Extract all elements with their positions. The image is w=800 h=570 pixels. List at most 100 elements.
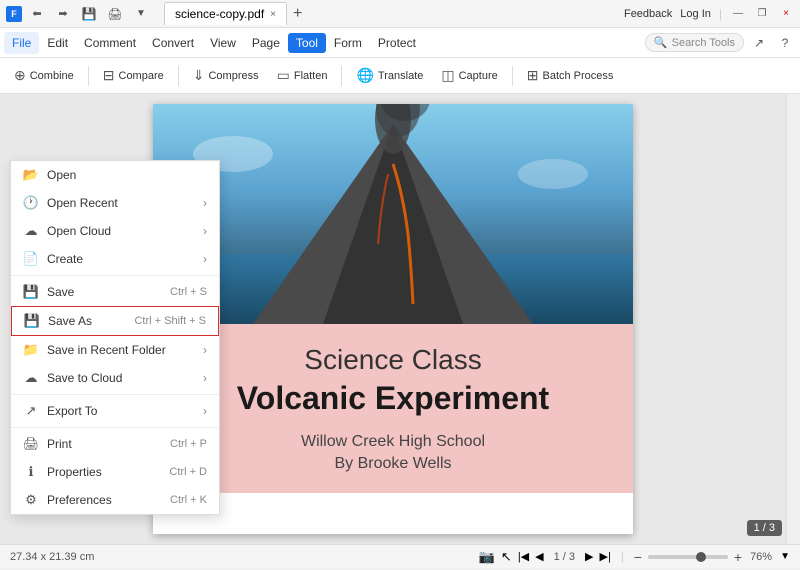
menu-item-open-recent[interactable]: 🕐 Open Recent › <box>11 189 219 217</box>
open-recent-label: Open Recent <box>47 196 118 210</box>
ribbon-divider-3 <box>341 66 342 86</box>
feedback-link[interactable]: Feedback <box>624 8 672 20</box>
search-area: 🔍 Search Tools ↗ ? <box>645 32 796 54</box>
help-button[interactable]: ? <box>774 32 796 54</box>
save-as-shortcut: Ctrl + Shift + S <box>134 315 206 327</box>
preferences-label: Preferences <box>47 493 112 507</box>
menu-convert[interactable]: Convert <box>144 32 202 54</box>
menu-comment[interactable]: Comment <box>76 32 144 54</box>
menu-item-create[interactable]: 📄 Create › <box>11 245 219 273</box>
search-tools-box[interactable]: 🔍 Search Tools <box>645 33 744 52</box>
ribbon-divider-2 <box>178 66 179 86</box>
ribbon-combine[interactable]: ⊕ Combine <box>6 63 82 88</box>
file-menu-dropdown[interactable]: 📂 Open 🕐 Open Recent › ☁ Open Cloud › 📄 … <box>10 160 220 515</box>
page-dimensions: 27.34 x 21.39 cm <box>10 551 94 563</box>
menu-bar: File Edit Comment Convert View Page Tool… <box>0 28 800 58</box>
open-cloud-label: Open Cloud <box>47 224 111 238</box>
search-icon: 🔍 <box>654 36 668 49</box>
menu-item-save-as[interactable]: 💾 Save As Ctrl + Shift + S <box>11 306 219 336</box>
flatten-icon: ▭ <box>277 67 290 84</box>
zoom-slider[interactable] <box>648 555 728 559</box>
ribbon-compress[interactable]: ⇓ Compress <box>185 63 267 88</box>
save-shortcut: Ctrl + S <box>170 286 207 298</box>
ribbon-capture[interactable]: ◫ Capture <box>433 63 505 88</box>
ribbon-compare[interactable]: ⊟ Compare <box>95 63 172 88</box>
page-next-next[interactable]: ▶| <box>600 550 611 563</box>
menu-item-open-cloud[interactable]: ☁ Open Cloud › <box>11 217 219 245</box>
menu-item-preferences[interactable]: ⚙ Preferences Ctrl + K <box>11 486 219 514</box>
minimize-button[interactable]: — <box>730 6 746 22</box>
menu-item-save[interactable]: 💾 Save Ctrl + S <box>11 278 219 306</box>
translate-icon: 🌐 <box>356 67 373 84</box>
zoom-out-button[interactable]: − <box>634 549 642 565</box>
batch-label: Batch Process <box>542 70 613 82</box>
menu-edit[interactable]: Edit <box>39 32 76 54</box>
menu-item-save-cloud[interactable]: ☁ Save to Cloud › <box>11 364 219 392</box>
ribbon-batch-process[interactable]: ⊞ Batch Process <box>519 63 622 88</box>
pdf-title-line2: Volcanic Experiment <box>173 380 613 417</box>
print-icon: 🖨 <box>23 436 39 452</box>
ribbon-flatten[interactable]: ▭ Flatten <box>269 63 336 88</box>
compare-label: Compare <box>119 70 164 82</box>
menu-item-save-recent[interactable]: 📁 Save in Recent Folder › <box>11 336 219 364</box>
save-recent-arrow: › <box>203 343 207 357</box>
ribbon-divider-1 <box>88 66 89 86</box>
batch-icon: ⊞ <box>527 67 539 84</box>
properties-label: Properties <box>47 465 102 479</box>
menu-item-export[interactable]: ↗ Export To › <box>11 397 219 425</box>
save-recent-label: Save in Recent Folder <box>47 343 166 357</box>
zoom-in-button[interactable]: + <box>734 549 742 565</box>
create-arrow: › <box>203 252 207 266</box>
zoom-dropdown-button[interactable]: ▼ <box>780 551 790 562</box>
tab-close-button[interactable]: × <box>270 9 276 20</box>
menu-item-print[interactable]: 🖨 Print Ctrl + P <box>11 430 219 458</box>
search-placeholder: Search Tools <box>672 37 735 49</box>
zoom-level: 76% <box>748 551 774 563</box>
menu-view[interactable]: View <box>202 32 244 54</box>
menu-item-open[interactable]: 📂 Open <box>11 161 219 189</box>
login-link[interactable]: Log In <box>680 8 711 20</box>
external-link-button[interactable]: ↗ <box>748 32 770 54</box>
save-cloud-label: Save to Cloud <box>47 371 122 385</box>
qa-print[interactable]: 🖨 <box>104 3 126 25</box>
close-button[interactable]: × <box>778 6 794 22</box>
page-prev[interactable]: ◀ <box>535 550 543 563</box>
menu-file[interactable]: File <box>4 32 39 54</box>
qa-save[interactable]: 💾 <box>78 3 100 25</box>
pdf-image-volcano <box>153 104 633 324</box>
menu-page[interactable]: Page <box>244 32 288 54</box>
vertical-scrollbar[interactable] <box>786 94 800 544</box>
new-tab-button[interactable]: + <box>287 5 308 23</box>
combine-label: Combine <box>30 70 74 82</box>
create-icon: 📄 <box>23 251 39 267</box>
menu-protect[interactable]: Protect <box>370 32 424 54</box>
main-content: Science Class Volcanic Experiment Willow… <box>0 94 800 544</box>
pdf-author: By Brooke Wells <box>173 455 613 473</box>
create-label: Create <box>47 252 83 266</box>
menu-tool[interactable]: Tool <box>288 33 326 53</box>
translate-label: Translate <box>378 70 423 82</box>
capture-icon: ◫ <box>441 67 454 84</box>
restore-button[interactable]: ❐ <box>754 6 770 22</box>
menu-divider-2 <box>11 394 219 395</box>
open-cloud-arrow: › <box>203 224 207 238</box>
document-tab[interactable]: science-copy.pdf × <box>164 2 287 25</box>
menu-form[interactable]: Form <box>326 32 370 54</box>
page-prev-prev[interactable]: |◀ <box>518 550 529 563</box>
open-icon: 📂 <box>23 167 39 183</box>
status-select-button[interactable]: ↖ <box>501 549 512 565</box>
tab-title: science-copy.pdf <box>175 7 264 21</box>
qa-back[interactable]: ⬅ <box>26 3 48 25</box>
status-scan-button[interactable]: 📷 <box>479 549 495 565</box>
qa-dropdown[interactable]: ▼ <box>130 3 152 25</box>
qa-forward[interactable]: ➡ <box>52 3 74 25</box>
page-next[interactable]: ▶ <box>585 550 593 563</box>
save-cloud-icon: ☁ <box>23 370 39 386</box>
ribbon-translate[interactable]: 🌐 Translate <box>348 63 431 88</box>
flatten-label: Flatten <box>294 70 328 82</box>
compare-icon: ⊟ <box>103 67 115 84</box>
save-recent-icon: 📁 <box>23 342 39 358</box>
menu-divider-1 <box>11 275 219 276</box>
page-indicator: 1 / 3 <box>550 551 579 563</box>
menu-item-properties[interactable]: ℹ Properties Ctrl + D <box>11 458 219 486</box>
